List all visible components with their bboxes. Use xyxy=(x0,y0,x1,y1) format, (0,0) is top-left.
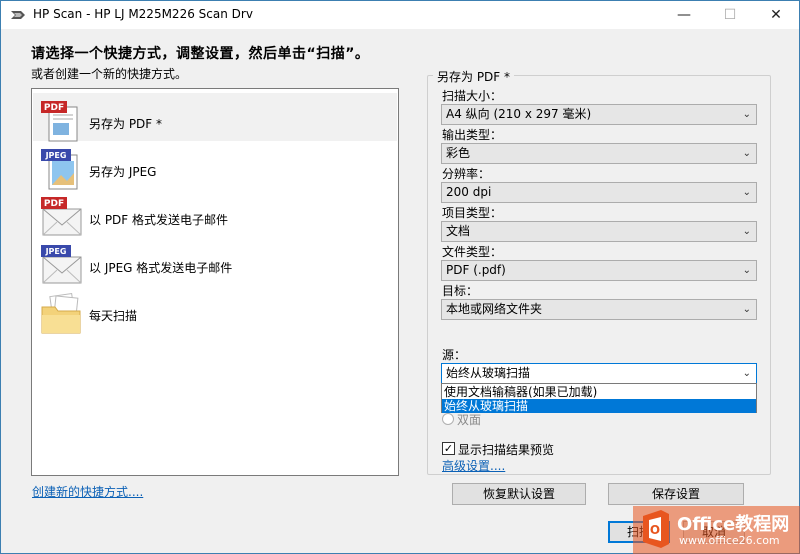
close-button[interactable]: ✕ xyxy=(753,1,799,29)
create-shortcut-link[interactable]: 创建新的快捷方式.... xyxy=(32,483,143,500)
svg-text:JPEG: JPEG xyxy=(45,247,67,256)
duplex-label: 双面 xyxy=(457,413,482,427)
chevron-down-icon: ⌄ xyxy=(742,187,751,198)
resolution-label: 分辨率： xyxy=(442,167,491,181)
jpeg-email-icon: JPEG xyxy=(41,245,82,284)
instruction-subheading: 或者创建一个新的快捷方式。 xyxy=(31,67,188,81)
minimize-button[interactable]: — xyxy=(661,1,707,29)
scan-size-label: 扫描大小： xyxy=(442,89,503,103)
item-type-select[interactable]: 文档 ⌄ xyxy=(441,221,757,242)
office-watermark: O Office教程网 www.office26.com xyxy=(633,506,800,554)
resolution-select[interactable]: 200 dpi ⌄ xyxy=(441,182,757,203)
source-dropdown-list[interactable]: 使用文档输稿器(如果已加载) 始终从玻璃扫描 xyxy=(441,383,757,413)
destination-value: 本地或网络文件夹 xyxy=(446,302,543,316)
shortcut-label: 另存为 PDF * xyxy=(89,117,163,131)
shortcut-list[interactable]: PDF 另存为 PDF * JPEG 另存为 JPEG PDF 以 PDF 格式… xyxy=(31,88,399,476)
output-type-value: 彩色 xyxy=(446,146,471,160)
preview-checkbox[interactable]: ✓ xyxy=(442,442,455,455)
svg-text:JPEG: JPEG xyxy=(45,151,67,160)
file-type-select[interactable]: PDF (.pdf) ⌄ xyxy=(441,260,757,281)
shortcut-label: 以 PDF 格式发送电子邮件 xyxy=(89,213,229,227)
shortcut-item-save-pdf[interactable]: PDF 另存为 PDF * xyxy=(33,93,397,142)
instruction-heading: 请选择一个快捷方式，调整设置，然后单击“扫描”。 xyxy=(31,46,370,62)
destination-select[interactable]: 本地或网络文件夹 ⌄ xyxy=(441,299,757,320)
chevron-down-icon: ⌄ xyxy=(742,109,751,120)
item-type-label: 项目类型： xyxy=(442,206,503,220)
source-option-feeder[interactable]: 使用文档输稿器(如果已加载) xyxy=(442,385,756,399)
output-type-select[interactable]: 彩色 ⌄ xyxy=(441,143,757,164)
resolution-value: 200 dpi xyxy=(446,185,492,199)
pdf-email-icon: PDF xyxy=(41,197,82,236)
shortcut-label: 另存为 JPEG xyxy=(89,165,157,179)
chevron-down-icon: ⌄ xyxy=(742,148,751,159)
pdf-document-icon: PDF xyxy=(41,101,78,142)
shortcut-label: 以 JPEG 格式发送电子邮件 xyxy=(89,261,233,275)
hp-scan-app-icon xyxy=(11,11,25,19)
chevron-down-icon: ⌄ xyxy=(742,265,751,276)
source-option-glass[interactable]: 始终从玻璃扫描 xyxy=(442,399,756,413)
office-logo-icon: O xyxy=(643,510,669,548)
shortcut-item-daily-scan[interactable]: 每天扫描 xyxy=(33,285,397,334)
file-type-label: 文件类型： xyxy=(442,245,503,259)
chevron-down-icon: ⌄ xyxy=(742,304,751,315)
destination-label: 目标： xyxy=(442,284,479,298)
shortcut-item-email-pdf[interactable]: PDF 以 PDF 格式发送电子邮件 xyxy=(33,189,397,237)
item-type-value: 文档 xyxy=(446,224,471,238)
chevron-down-icon: ⌄ xyxy=(742,368,751,379)
watermark-title: Office教程网 xyxy=(677,514,790,535)
source-label: 源： xyxy=(442,348,467,362)
svg-text:PDF: PDF xyxy=(44,103,64,113)
svg-text:O: O xyxy=(650,523,660,537)
shortcut-label: 每天扫描 xyxy=(89,309,138,323)
advanced-settings-link[interactable]: 高级设置.... xyxy=(442,457,505,474)
title-bar[interactable]: HP Scan - HP LJ M225M226 Scan Drv — ☐ ✕ xyxy=(1,1,799,29)
source-value: 始终从玻璃扫描 xyxy=(446,366,531,380)
window-title: HP Scan - HP LJ M225M226 Scan Drv xyxy=(33,7,253,21)
file-type-value: PDF (.pdf) xyxy=(446,263,506,277)
scan-size-select[interactable]: A4 纵向 (210 x 297 毫米) ⌄ xyxy=(441,104,757,125)
scan-size-value: A4 纵向 (210 x 297 毫米) xyxy=(446,107,592,121)
settings-group-title: 另存为 PDF * xyxy=(433,68,515,85)
source-select[interactable]: 始终从玻璃扫描 ⌄ xyxy=(441,363,757,384)
duplex-radio[interactable] xyxy=(442,413,454,425)
maximize-button[interactable]: ☐ xyxy=(707,1,753,29)
folder-icon xyxy=(41,292,81,334)
shortcut-item-email-jpeg[interactable]: JPEG 以 JPEG 格式发送电子邮件 xyxy=(33,237,397,285)
output-type-label: 输出类型： xyxy=(442,128,503,142)
hp-scan-window: HP Scan - HP LJ M225M226 Scan Drv — ☐ ✕ … xyxy=(0,0,800,554)
save-settings-button[interactable]: 保存设置 xyxy=(608,483,744,505)
svg-text:PDF: PDF xyxy=(44,199,64,209)
chevron-down-icon: ⌄ xyxy=(742,226,751,237)
watermark-url: www.office26.com xyxy=(679,534,780,547)
jpeg-image-icon: JPEG xyxy=(41,149,78,190)
preview-checkbox-label: 显示扫描结果预览 xyxy=(458,443,555,457)
restore-defaults-button[interactable]: 恢复默认设置 xyxy=(452,483,586,505)
shortcut-item-save-jpeg[interactable]: JPEG 另存为 JPEG xyxy=(33,141,397,190)
